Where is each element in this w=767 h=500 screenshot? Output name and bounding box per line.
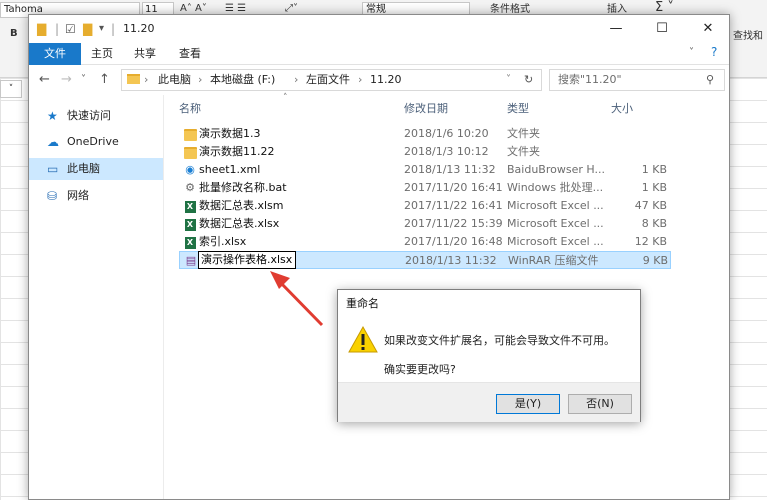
dialog-title: 重命名 [346, 297, 379, 310]
insert-button[interactable]: 插入 [607, 0, 627, 15]
font-grow-icon[interactable]: A˄ A˅ [180, 3, 207, 14]
yes-button[interactable]: 是(Y) [496, 394, 560, 414]
rename-dialog: 重命名 如果改变文件扩展名，可能会导致文件不可用。 确实要更改吗? 是(Y) 否… [337, 289, 641, 422]
sum-icon[interactable]: Σ ˅ [655, 0, 674, 15]
explorer-window: ▇ | ☑ ▇ ▾ | 11.20 — ☐ ✕ 文件 主页 共享 查看 ˅ ? … [28, 14, 730, 500]
dialog-question: 确实要更改吗? [384, 363, 456, 376]
dialog-footer: 是(Y) 否(N) [338, 382, 640, 422]
bold-label[interactable]: B [10, 28, 18, 39]
find-button[interactable]: 查找和 [733, 27, 763, 42]
align-icon[interactable]: ☰ ☰ [225, 3, 246, 14]
dialog-body: 如果改变文件扩展名，可能会导致文件不可用。 确实要更改吗? [338, 314, 640, 382]
dialog-message: 如果改变文件扩展名，可能会导致文件不可用。 [384, 334, 615, 347]
name-box-arrow-icon[interactable]: ˅ [0, 80, 22, 98]
annotation-arrow-icon [270, 271, 324, 327]
orientation-icon[interactable]: ⤢˅ [285, 3, 298, 14]
no-button[interactable]: 否(N) [568, 394, 632, 414]
conditional-format-button[interactable]: 条件格式 [490, 0, 530, 15]
warning-icon [348, 326, 378, 353]
